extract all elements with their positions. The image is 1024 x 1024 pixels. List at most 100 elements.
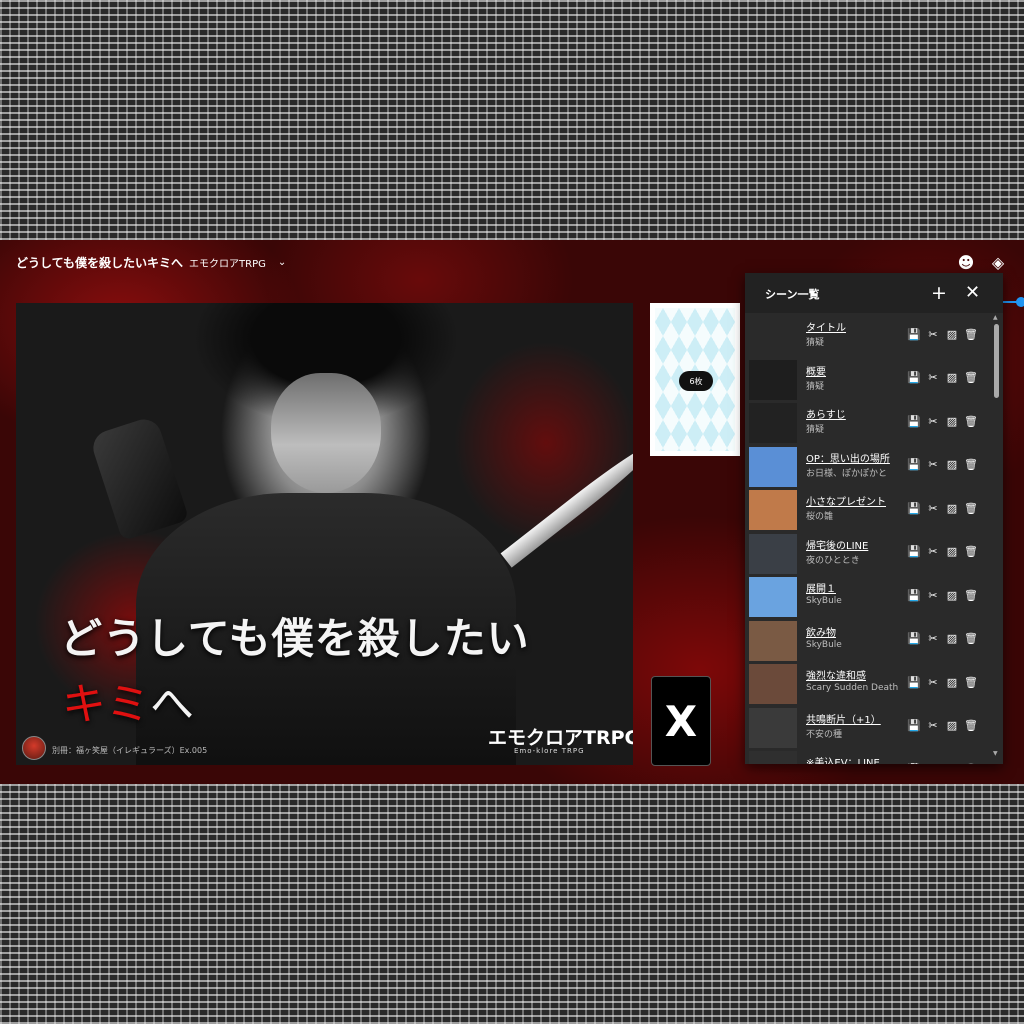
scene-bgm: 夜のひととき [806, 555, 860, 566]
save-icon[interactable]: 💾 [907, 371, 921, 385]
poison-bottle [88, 414, 190, 542]
scene-row[interactable]: 飲み物 SkyBule 💾 ✂ ▨ 🗑 [745, 619, 991, 663]
save-icon[interactable]: 💾 [907, 719, 921, 733]
save-icon[interactable]: 💾 [907, 327, 921, 341]
save-icon[interactable]: 💾 [907, 588, 921, 602]
hide-image-icon[interactable]: ▨ [945, 327, 959, 341]
trash-icon[interactable]: 🗑 [964, 632, 978, 646]
layers-icon[interactable]: ◈ [988, 252, 1008, 272]
x-card[interactable]: X [651, 676, 711, 766]
cut-icon[interactable]: ✂ [926, 371, 940, 385]
scene-row-actions: 💾 ✂ ▨ 🗑 [907, 501, 978, 515]
scene-row[interactable]: タイトル 猜疑 💾 ✂ ▨ 🗑 [745, 314, 991, 358]
trash-icon[interactable]: 🗑 [964, 675, 978, 689]
cut-icon[interactable]: ✂ [926, 588, 940, 602]
scene-row[interactable]: ※美込EV：LINE 💾 ✂ ▨ 🗑 [745, 749, 991, 764]
scene-row[interactable]: 共鳴断片（+1） 不安の種 💾 ✂ ▨ 🗑 [745, 706, 991, 750]
trash-icon[interactable]: 🗑 [964, 501, 978, 515]
trash-icon[interactable]: 🗑 [964, 762, 978, 765]
scene-thumbnail [749, 490, 797, 530]
hide-image-icon[interactable]: ▨ [945, 371, 959, 385]
scene-row[interactable]: あらすじ 猜疑 💾 ✂ ▨ 🗑 [745, 401, 991, 445]
hide-image-icon[interactable]: ▨ [945, 719, 959, 733]
scene-thumbnail [749, 664, 797, 704]
room-title-menu[interactable]: どうしても僕を殺したいキミへ エモクロアTRPG ⌄ [16, 254, 286, 271]
save-icon[interactable]: 💾 [907, 458, 921, 472]
scene-name[interactable]: 小さなプレゼント [806, 493, 886, 508]
scroll-up-icon[interactable]: ▲ [993, 314, 998, 321]
scene-bgm: 桜の雛 [806, 512, 834, 522]
trash-icon[interactable]: 🗑 [964, 458, 978, 472]
cut-icon[interactable]: ✂ [926, 501, 940, 515]
avatar-icon[interactable]: ☻ [956, 252, 976, 272]
cover-title: どうしても僕を殺したい [60, 614, 530, 663]
hide-image-icon[interactable]: ▨ [945, 458, 959, 472]
scene-thumbnail [749, 577, 797, 617]
scene-row[interactable]: OP：思い出の場所お日様、ぽかぽかと 💾 ✂ ▨ 🗑 [745, 445, 991, 489]
trash-icon[interactable]: 🗑 [964, 327, 978, 341]
save-icon[interactable]: 💾 [907, 632, 921, 646]
scene-bgm: 猜疑 [806, 381, 825, 392]
hide-image-icon[interactable]: ▨ [945, 762, 959, 765]
cover-credit: 別冊：福ヶ笑屋（イレギュラーズ）Ex.005 [52, 746, 208, 755]
scrollbar[interactable]: ▲ ▼ [992, 314, 1001, 759]
save-icon[interactable]: 💾 [907, 762, 921, 765]
scene-row-actions: 💾 ✂ ▨ 🗑 [907, 675, 978, 689]
scene-row-actions: 💾 ✂ ▨ 🗑 [907, 719, 978, 733]
cut-icon[interactable]: ✂ [926, 762, 940, 765]
save-icon[interactable]: 💾 [907, 414, 921, 428]
scene-name[interactable]: 飲み物 [806, 624, 836, 639]
scene-name[interactable]: タイトル [806, 319, 846, 334]
trash-icon[interactable]: 🗑 [964, 545, 978, 559]
cut-icon[interactable]: ✂ [926, 675, 940, 689]
scene-name[interactable]: 概要 [806, 363, 826, 378]
add-scene-button[interactable]: + [931, 282, 947, 304]
scene-name[interactable]: あらすじ [806, 406, 846, 421]
close-panel-button[interactable]: ✕ [965, 282, 980, 303]
trash-icon[interactable]: 🗑 [964, 414, 978, 428]
cover-subtitle-white: へ [150, 679, 194, 730]
scene-name[interactable]: 共鳴断片（+1） [806, 711, 881, 726]
scene-row[interactable]: 強烈な違和感 Scary Sudden Death 💾 ✂ ▨ 🗑 [745, 662, 991, 706]
scene-bgm: お日様、ぽかぽかと [806, 468, 888, 479]
scene-name[interactable]: 帰宅後のLINE [806, 537, 868, 552]
deck-count-badge: 6枚 [679, 371, 713, 391]
cut-icon[interactable]: ✂ [926, 545, 940, 559]
scene-row[interactable]: 小さなプレゼント桜の雛 💾 ✂ ▨ 🗑 [745, 488, 991, 532]
save-icon[interactable]: 💾 [907, 675, 921, 689]
hide-image-icon[interactable]: ▨ [945, 675, 959, 689]
scene-thumbnail [749, 446, 797, 487]
scrollbar-thumb[interactable] [994, 324, 999, 398]
cut-icon[interactable]: ✂ [926, 458, 940, 472]
scene-row[interactable]: 帰宅後のLINE 夜のひととき 💾 ✂ ▨ 🗑 [745, 532, 991, 576]
scroll-down-icon[interactable]: ▼ [993, 750, 998, 757]
scene-list-panel: シーン一覧 + ✕ タイトル 猜疑 💾 ✂ ▨ 🗑 概要 猜疑 💾 ✂ ▨ 🗑 あらすじ 猜疑 💾 ✂ ▨ 🗑 OP… [745, 273, 1003, 764]
hide-image-icon[interactable]: ▨ [945, 588, 959, 602]
background-pattern-top [0, 0, 1024, 240]
hide-image-icon[interactable]: ▨ [945, 545, 959, 559]
scene-name[interactable]: OP：思い出の場所 [806, 450, 890, 465]
trash-icon[interactable]: 🗑 [964, 719, 978, 733]
save-icon[interactable]: 💾 [907, 545, 921, 559]
cut-icon[interactable]: ✂ [926, 632, 940, 646]
hide-image-icon[interactable]: ▨ [945, 632, 959, 646]
card-deck[interactable]: 6枚 [650, 303, 740, 456]
cut-icon[interactable]: ✂ [926, 719, 940, 733]
scene-name[interactable]: 展開１ [806, 580, 836, 595]
hide-image-icon[interactable]: ▨ [945, 501, 959, 515]
scene-name[interactable]: 強烈な違和感 [806, 667, 866, 682]
scene-row[interactable]: 展開１ SkyBule 💾 ✂ ▨ 🗑 [745, 575, 991, 619]
slider-handle[interactable] [1016, 297, 1024, 307]
scene-row-actions: 💾 ✂ ▨ 🗑 [907, 371, 978, 385]
hide-image-icon[interactable]: ▨ [945, 414, 959, 428]
scene-row[interactable]: 概要猜疑 💾 ✂ ▨ 🗑 [745, 358, 991, 402]
cover-subtitle-red: キミ [62, 679, 150, 730]
cut-icon[interactable]: ✂ [926, 327, 940, 341]
save-icon[interactable]: 💾 [907, 501, 921, 515]
trash-icon[interactable]: 🗑 [964, 371, 978, 385]
cut-icon[interactable]: ✂ [926, 414, 940, 428]
scene-name[interactable]: ※美込EV：LINE [806, 754, 880, 764]
trash-icon[interactable]: 🗑 [964, 588, 978, 602]
scene-thumbnail [749, 316, 797, 356]
red-smoke-decoration [446, 333, 633, 553]
